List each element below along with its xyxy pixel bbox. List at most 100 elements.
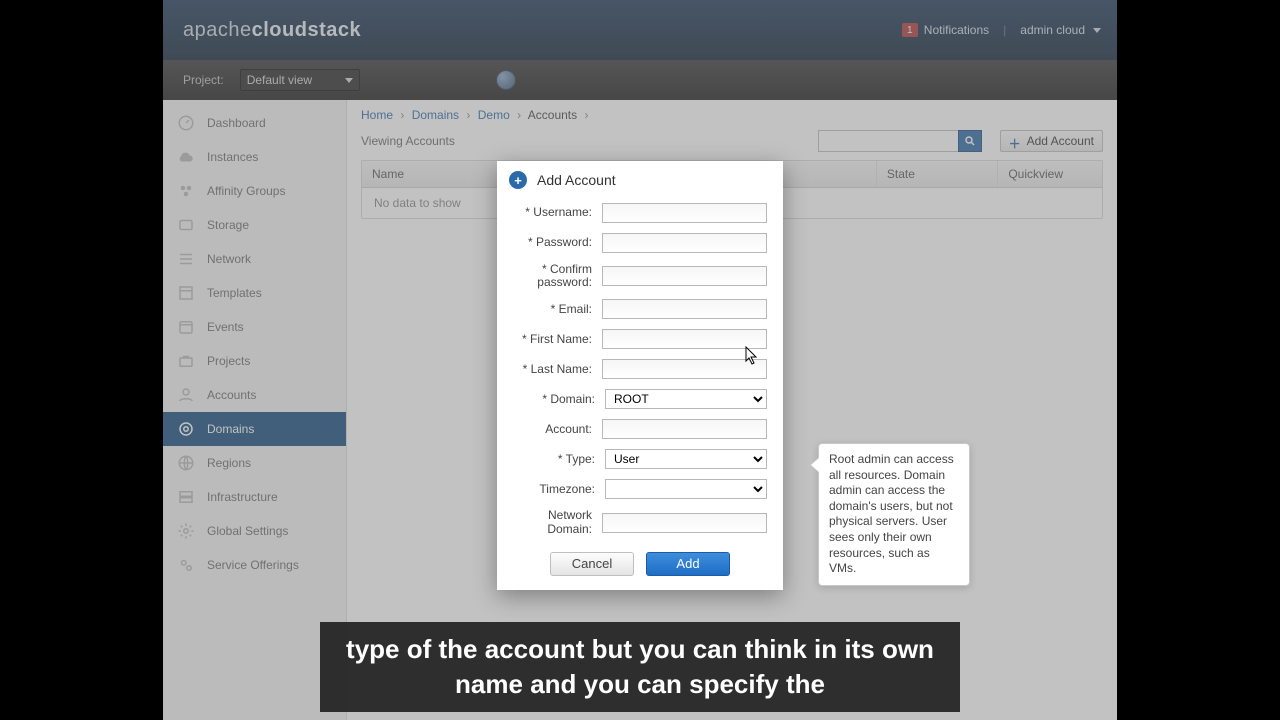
- brand-part1: apache: [183, 19, 252, 41]
- sidebar-item-label: Domains: [207, 422, 254, 436]
- col-state[interactable]: State: [877, 161, 998, 187]
- input-password[interactable]: [602, 233, 767, 253]
- sidebar-item-label: Instances: [207, 150, 258, 164]
- user-menu[interactable]: admin cloud: [1020, 23, 1101, 37]
- sidebar-item-label: Affinity Groups: [207, 184, 285, 198]
- sidebar-item-label: Projects: [207, 354, 250, 368]
- input-first-name[interactable]: [602, 329, 767, 349]
- modal-title: Add Account: [537, 172, 616, 188]
- cloud-icon: [177, 148, 195, 166]
- app-header: apachecloudstack 1 Notifications | admin…: [163, 0, 1117, 60]
- sidebar-item-label: Templates: [207, 286, 262, 300]
- sidebar-item-domains[interactable]: Domains: [163, 412, 346, 446]
- label-email: * Email:: [513, 303, 602, 316]
- label-password: * Password:: [513, 236, 602, 249]
- gear-icon: [177, 522, 195, 540]
- input-network-domain[interactable]: [602, 513, 767, 533]
- sidebar-item-label: Global Settings: [207, 524, 288, 538]
- label-username: * Username:: [513, 206, 602, 219]
- breadcrumb-home[interactable]: Home: [361, 108, 393, 122]
- project-selected: Default view: [247, 73, 312, 87]
- target-icon: [177, 420, 195, 438]
- sidebar-item-label: Regions: [207, 456, 251, 470]
- label-account: Account:: [513, 423, 602, 436]
- calendar-icon: [177, 318, 195, 336]
- sidebar-item-projects[interactable]: Projects: [163, 344, 346, 378]
- divider: |: [1003, 23, 1006, 37]
- sidebar-item-label: Dashboard: [207, 116, 266, 130]
- breadcrumb-demo[interactable]: Demo: [478, 108, 510, 122]
- modal-actions: Cancel Add: [497, 546, 783, 590]
- label-domain: * Domain:: [513, 393, 605, 406]
- sidebar-item-label: Accounts: [207, 388, 256, 402]
- add-account-form: * Username: * Password: * Confirm passwo…: [497, 203, 783, 536]
- plus-circle-icon: +: [509, 171, 527, 189]
- sidebar-item-label: Service Offerings: [207, 558, 299, 572]
- sidebar-item-dashboard[interactable]: Dashboard: [163, 106, 346, 140]
- disk-icon: [177, 216, 195, 234]
- user-name: admin cloud: [1020, 23, 1085, 37]
- network-icon: [177, 250, 195, 268]
- chevron-down-icon: [1093, 28, 1101, 33]
- breadcrumb-domains[interactable]: Domains: [412, 108, 459, 122]
- sidebar-item-accounts[interactable]: Accounts: [163, 378, 346, 412]
- sidebar-item-templates[interactable]: Templates: [163, 276, 346, 310]
- template-icon: [177, 284, 195, 302]
- label-network-domain: Network Domain:: [513, 509, 602, 535]
- sidebar-item-network[interactable]: Network: [163, 242, 346, 276]
- input-username[interactable]: [602, 203, 767, 223]
- sidebar-item-label: Events: [207, 320, 244, 334]
- gauge-icon: [177, 114, 195, 132]
- breadcrumb-accounts: Accounts: [528, 108, 577, 122]
- col-quickview[interactable]: Quickview: [998, 161, 1102, 187]
- sidebar-item-regions[interactable]: Regions: [163, 446, 346, 480]
- notifications[interactable]: 1 Notifications: [902, 23, 989, 37]
- chevron-down-icon: [345, 78, 353, 83]
- type-help-tooltip: Root admin can access all resources. Dom…: [818, 443, 970, 586]
- video-subtitle: type of the account but you can think in…: [320, 622, 960, 712]
- sidebar-item-label: Storage: [207, 218, 249, 232]
- server-icon: [177, 488, 195, 506]
- sidebar-item-events[interactable]: Events: [163, 310, 346, 344]
- breadcrumb: Home › Domains › Demo › Accounts ›: [347, 100, 1117, 126]
- sidebar-item-label: Network: [207, 252, 251, 266]
- label-type: * Type:: [513, 453, 605, 466]
- select-type[interactable]: User: [605, 449, 767, 469]
- add-account-button[interactable]: ＋ Add Account: [1000, 130, 1103, 152]
- label-confirm: * Confirm password:: [513, 263, 602, 289]
- add-account-modal: + Add Account * Username: * Password: * …: [497, 161, 783, 590]
- input-email[interactable]: [602, 299, 767, 319]
- input-confirm-password[interactable]: [602, 266, 767, 286]
- select-timezone[interactable]: [605, 479, 767, 499]
- sidebar-item-global-settings[interactable]: Global Settings: [163, 514, 346, 548]
- project-label: Project:: [183, 73, 224, 87]
- modal-header: + Add Account: [497, 161, 783, 203]
- briefcase-icon: [177, 352, 195, 370]
- sidebar-item-affinity[interactable]: Affinity Groups: [163, 174, 346, 208]
- add-button[interactable]: Add: [646, 552, 730, 576]
- sidebar-item-infrastructure[interactable]: Infrastructure: [163, 480, 346, 514]
- sidebar-item-service-offerings[interactable]: Service Offerings: [163, 548, 346, 582]
- sidebar-item-label: Infrastructure: [207, 490, 278, 504]
- sidebar-item-instances[interactable]: Instances: [163, 140, 346, 174]
- cogs-icon: [177, 556, 195, 574]
- input-account[interactable]: [602, 419, 767, 439]
- cancel-button[interactable]: Cancel: [550, 552, 634, 576]
- project-bar: Project: Default view: [163, 60, 1117, 100]
- sidebar-item-storage[interactable]: Storage: [163, 208, 346, 242]
- globe-icon[interactable]: [496, 70, 516, 90]
- label-timezone: Timezone:: [513, 483, 605, 496]
- notification-count-badge: 1: [902, 23, 918, 37]
- globe-icon: [177, 454, 195, 472]
- subheader: Viewing Accounts ＋ Add Account: [347, 126, 1117, 160]
- input-last-name[interactable]: [602, 359, 767, 379]
- select-domain[interactable]: ROOT: [605, 389, 767, 409]
- project-select[interactable]: Default view: [240, 69, 360, 91]
- search-button[interactable]: [958, 130, 982, 152]
- search-input[interactable]: [818, 130, 958, 152]
- label-lastname: * Last Name:: [513, 363, 602, 376]
- viewing-label: Viewing Accounts: [361, 134, 455, 148]
- label-firstname: * First Name:: [513, 333, 602, 346]
- notifications-label: Notifications: [924, 23, 989, 37]
- brand-part2: cloudstack: [252, 19, 361, 41]
